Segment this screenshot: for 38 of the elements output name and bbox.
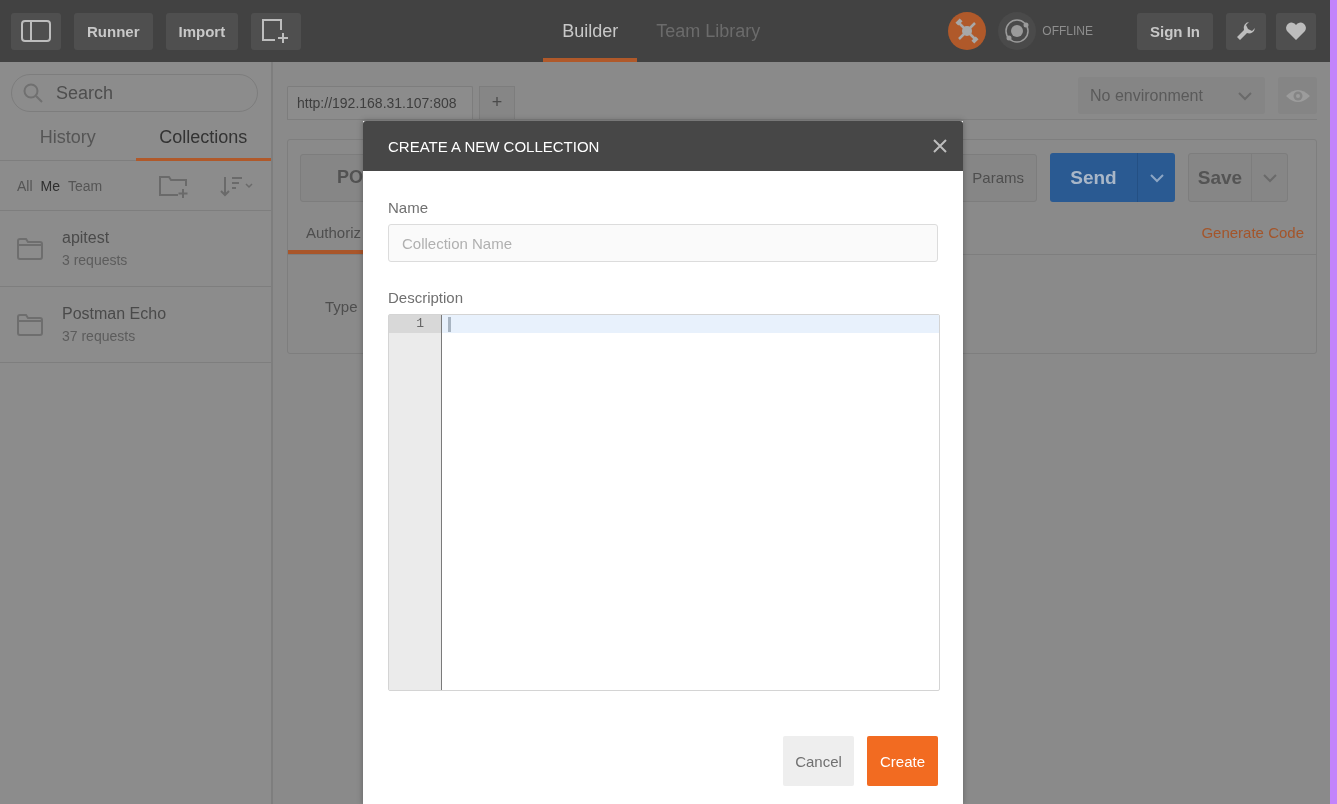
filter-tab[interactable]: Me [40,177,60,194]
generate-code-link[interactable]: Generate Code [1201,224,1304,241]
toolbar-button[interactable]: Import [165,12,239,50]
sign-in-button[interactable]: Sign In [1137,12,1213,50]
satellite-icon[interactable] [948,12,987,50]
folder-icon [16,236,44,261]
settings-button[interactable] [1226,12,1266,50]
folder-icon [16,312,44,337]
search-field[interactable]: Search [11,74,258,112]
create-button[interactable]: Create [867,736,938,786]
sidebar-toggle-button[interactable] [11,12,61,50]
wrench-icon [1235,20,1257,42]
sync-orbit-icon[interactable] [998,12,1037,50]
description-label: Description [388,289,465,306]
collection-name-field[interactable]: Collection Name [388,224,938,262]
dialog-title: CREATE A NEW COLLECTION [388,137,600,155]
search-icon [23,83,43,103]
sidebar-tab[interactable]: Collections [135,119,271,161]
name-label: Name [388,199,429,216]
type-label: Type [325,298,358,315]
sync-status: OFFLINE [1042,24,1093,38]
close-button[interactable] [933,139,947,153]
toolbar-button[interactable]: Runner [74,12,153,50]
description-editor[interactable]: 1 [388,314,940,691]
text-cursor [448,316,451,332]
new-tab-button[interactable]: + [479,86,515,119]
cancel-button[interactable]: Cancel [783,736,854,786]
send-button[interactable]: Send [1050,153,1137,202]
header-tab[interactable]: Builder [543,0,638,62]
collection-name: Postman Echo [62,305,167,323]
request-tab[interactable]: http://192.168.31.107:808 [287,86,473,119]
new-window-button[interactable] [251,12,302,50]
close-icon [933,139,947,153]
heart-button[interactable] [1276,12,1316,50]
sidebar-panel-icon [21,20,51,42]
line-number: 1 [389,315,441,333]
heart-icon [1285,21,1307,41]
collection-name: apitest [62,229,111,247]
